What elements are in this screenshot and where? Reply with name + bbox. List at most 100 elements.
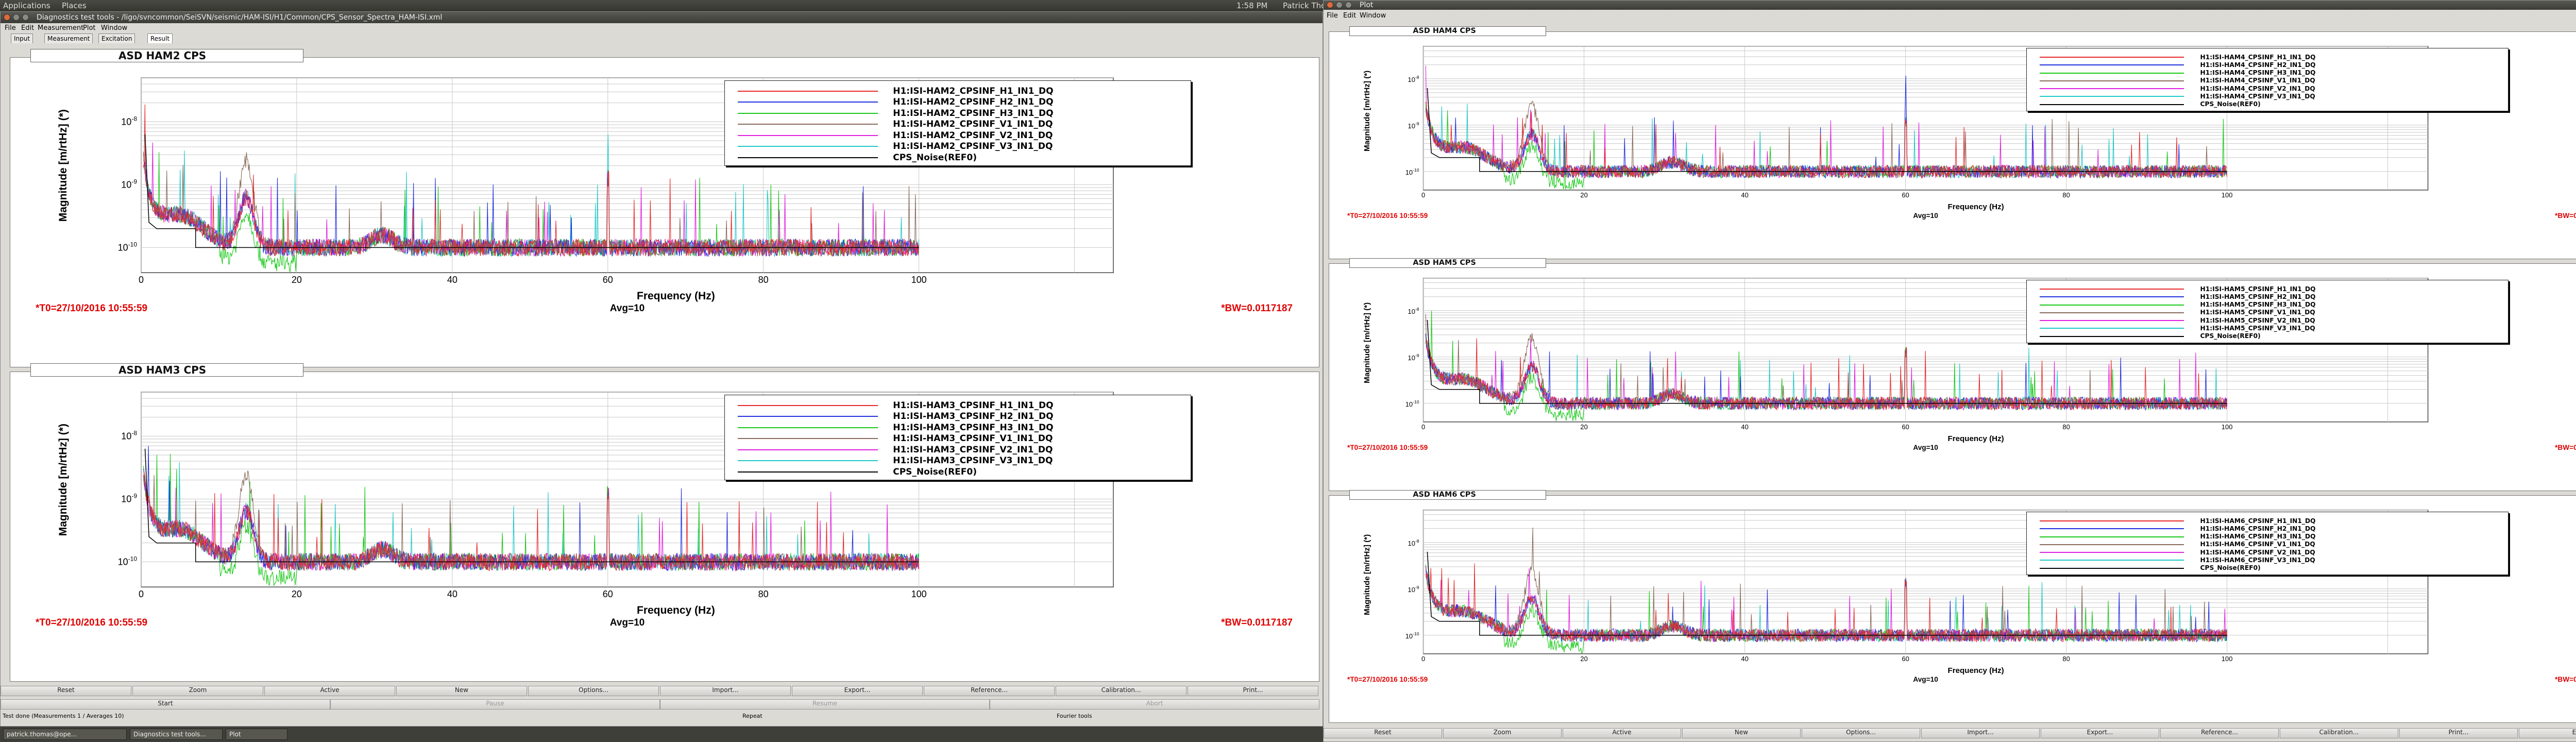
resume-button[interactable]: Resume <box>660 699 990 710</box>
legend: H1:ISI-HAM3_CPSINF_H1_IN1_DQ H1:ISI-HAM3_… <box>724 395 1191 481</box>
y-tick-label: 10-8 <box>1408 538 1419 547</box>
reference-button[interactable]: Reference... <box>924 686 1055 696</box>
options-button[interactable]: Options... <box>528 686 659 696</box>
x-tick-label: 80 <box>2062 655 2070 663</box>
legend-label: H1:ISI-HAM6_CPSINF_V2_IN1_DQ <box>2200 548 2315 556</box>
new-button[interactable]: New <box>1682 728 1801 738</box>
menu-plot[interactable]: Plot <box>83 24 96 32</box>
menu-file[interactable]: File <box>1327 12 1338 20</box>
calibration-button[interactable]: Calibration... <box>2280 728 2398 738</box>
plot-panel-ham2[interactable]: ASD HAM2 CPS 10-8 10-9 10-10 0 20 40 60 80 100 Fre… <box>10 49 1323 372</box>
plot-panel-ham5[interactable]: ASD HAM5 CPS 10-8 10-9 10-10 0 20 40 60 80 100 Fre… <box>1329 258 2576 495</box>
menu-window[interactable]: Window <box>1360 12 1386 20</box>
active-button[interactable]: Active <box>264 686 395 696</box>
legend-label: H1:ISI-HAM2_CPSINF_V2_IN1_DQ <box>893 130 1053 141</box>
menu-measurement[interactable]: Measurement <box>38 24 83 32</box>
window-controls[interactable] <box>4 14 31 23</box>
x-tick-label: 60 <box>603 275 613 285</box>
zoom-button[interactable]: Zoom <box>132 686 263 696</box>
x-tick-label: 0 <box>1421 655 1425 663</box>
reference-button[interactable]: Reference... <box>2160 728 2279 738</box>
taskbar-terminal[interactable]: patrick.thomas@ope... <box>3 729 127 740</box>
x-tick-label: 40 <box>1741 655 1748 663</box>
legend: H1:ISI-HAM2_CPSINF_H1_IN1_DQ H1:ISI-HAM2_… <box>724 80 1191 166</box>
legend-entry: H1:ISI-HAM5_CPSINF_H2_IN1_DQ <box>2027 293 2508 300</box>
x-tick-label: 60 <box>1902 655 1909 663</box>
x-tick-label: 40 <box>447 275 457 285</box>
reset-button[interactable]: Reset <box>1 686 131 696</box>
legend-swatch <box>2039 96 2184 97</box>
calibration-button[interactable]: Calibration... <box>1056 686 1187 696</box>
x-tick-label: 100 <box>2222 423 2233 431</box>
x-tick-label: 100 <box>911 275 927 285</box>
new-button[interactable]: New <box>396 686 527 696</box>
options-button[interactable]: Options... <box>1802 728 1920 738</box>
legend-swatch <box>738 416 878 417</box>
export-button[interactable]: Export... <box>2041 728 2159 738</box>
tab-result[interactable]: Result <box>147 33 173 43</box>
taskbar-diagnostics[interactable]: Diagnostics test tools... <box>130 729 223 740</box>
clock: 1:58 PM <box>1236 1 1268 10</box>
legend-label: CPS_Noise(REF0) <box>2200 332 2261 340</box>
import-button[interactable]: Import... <box>1921 728 2040 738</box>
export-button[interactable]: Export... <box>792 686 923 696</box>
y-tick-label: 10-10 <box>118 555 138 567</box>
pause-button[interactable]: Pause <box>330 699 660 710</box>
taskbar-plot[interactable]: Plot <box>226 729 287 740</box>
legend-swatch <box>738 427 878 428</box>
plot-panel-ham6[interactable]: ASD HAM6 CPS 10-8 10-9 10-10 0 20 40 60 80 100 Fre… <box>1329 490 2576 727</box>
t0-label: *T0=27/10/2016 10:55:59 <box>1347 444 1428 451</box>
status-repeat: Repeat <box>742 713 762 719</box>
x-tick-label: 20 <box>1580 655 1587 663</box>
abort-button[interactable]: Abort <box>990 699 1319 710</box>
print-button[interactable]: Print... <box>2399 728 2518 738</box>
legend-label: H1:ISI-HAM3_CPSINF_H1_IN1_DQ <box>893 400 1054 411</box>
legend-label: H1:ISI-HAM4_CPSINF_H1_IN1_DQ <box>2200 53 2316 61</box>
places-menu[interactable]: Places <box>62 1 87 10</box>
menu-file[interactable]: File <box>5 24 16 32</box>
y-tick-label: 10-10 <box>1405 399 1419 408</box>
legend-swatch <box>2039 88 2184 90</box>
print-button[interactable]: Print... <box>1188 686 1318 696</box>
bandwidth-label: *BW=0.0117187 <box>1221 617 1293 628</box>
plot-panel-ham3[interactable]: ASD HAM3 CPS 10-8 10-9 10-10 0 20 40 60 80 100 Fre… <box>10 363 1323 686</box>
legend-label: H1:ISI-HAM6_CPSINF_V1_IN1_DQ <box>2200 541 2315 548</box>
import-button[interactable]: Import... <box>660 686 791 696</box>
legend-swatch <box>2039 304 2184 306</box>
legend-swatch <box>738 460 878 462</box>
start-button[interactable]: Start <box>1 699 330 710</box>
plot-panel-ham4[interactable]: ASD HAM4 CPS 10-8 10-9 10-10 0 20 40 60 80 100 Fre… <box>1329 26 2576 263</box>
legend-swatch <box>2039 567 2184 569</box>
menu-window[interactable]: Window <box>101 24 127 32</box>
legend-label: H1:ISI-HAM4_CPSINF_H2_IN1_DQ <box>2200 61 2316 69</box>
legend-label: H1:ISI-HAM5_CPSINF_H3_IN1_DQ <box>2200 301 2316 309</box>
exit-button[interactable]: Exit <box>2519 728 2576 738</box>
y-axis-label: Magnitude [m/rtHz] (*) <box>57 424 69 536</box>
legend-swatch <box>2039 328 2184 329</box>
x-tick-label: 40 <box>1741 423 1748 431</box>
x-tick-label: 40 <box>1741 191 1748 199</box>
taskbar: patrick.thomas@ope... Diagnostics test t… <box>0 727 1323 742</box>
x-tick-label: 20 <box>1580 191 1587 199</box>
legend-entry: H1:ISI-HAM6_CPSINF_H3_IN1_DQ <box>2027 533 2508 540</box>
legend-label: H1:ISI-HAM3_CPSINF_V3_IN1_DQ <box>893 456 1053 466</box>
active-button[interactable]: Active <box>1563 728 1681 738</box>
x-tick-label: 0 <box>139 275 144 285</box>
tab-excitation[interactable]: Excitation <box>98 33 135 43</box>
legend-swatch <box>2039 520 2184 522</box>
x-tick-label: 60 <box>1902 191 1909 199</box>
tab-bar: Input Measurement Excitation Result <box>11 33 217 44</box>
legend-label: H1:ISI-HAM2_CPSINF_H3_IN1_DQ <box>893 108 1054 119</box>
tab-measurement[interactable]: Measurement <box>44 33 93 43</box>
zoom-button[interactable]: Zoom <box>1443 728 1562 738</box>
reset-button[interactable]: Reset <box>1324 728 1442 738</box>
menu-edit[interactable]: Edit <box>21 24 34 32</box>
plot-button-row: Reset Zoom Active New Options... Import... Exp… <box>1 686 1323 697</box>
x-axis-label: Frequency (Hz) <box>637 290 715 302</box>
legend-entry: H1:ISI-HAM3_CPSINF_V3_IN1_DQ <box>725 456 1191 466</box>
tab-input[interactable]: Input <box>11 33 33 43</box>
y-tick-label: 10-9 <box>121 492 137 504</box>
menu-edit[interactable]: Edit <box>1343 12 1356 20</box>
legend-entry: H1:ISI-HAM3_CPSINF_V1_IN1_DQ <box>725 433 1191 444</box>
applications-menu[interactable]: Applications <box>3 1 50 10</box>
